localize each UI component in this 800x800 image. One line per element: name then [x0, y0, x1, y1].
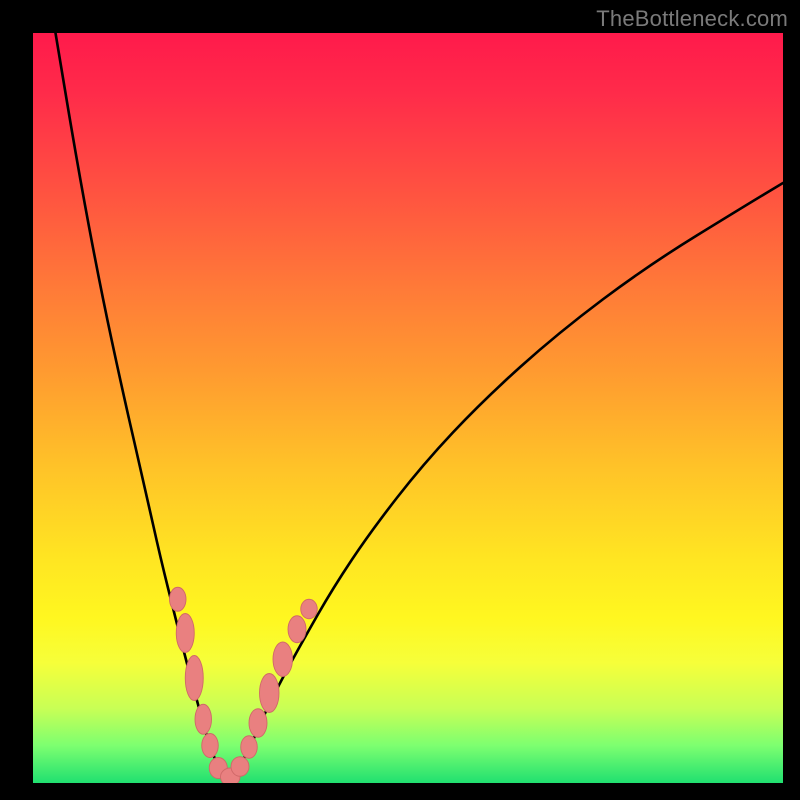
data-marker: [241, 736, 258, 759]
data-marker: [288, 616, 306, 643]
data-marker: [260, 674, 280, 713]
outer-frame: TheBottleneck.com: [0, 0, 800, 800]
curve-layer: [33, 33, 783, 783]
gradient-plot-area: [33, 33, 783, 783]
data-marker: [176, 614, 194, 653]
marker-group: [169, 587, 317, 783]
data-marker: [169, 587, 186, 611]
watermark-text: TheBottleneck.com: [596, 6, 788, 32]
data-marker: [185, 656, 203, 701]
data-marker: [231, 757, 249, 777]
data-marker: [301, 599, 318, 619]
data-marker: [249, 709, 267, 738]
data-marker: [273, 642, 293, 676]
data-marker: [202, 734, 219, 758]
data-marker: [195, 704, 212, 734]
right-curve: [230, 183, 784, 782]
